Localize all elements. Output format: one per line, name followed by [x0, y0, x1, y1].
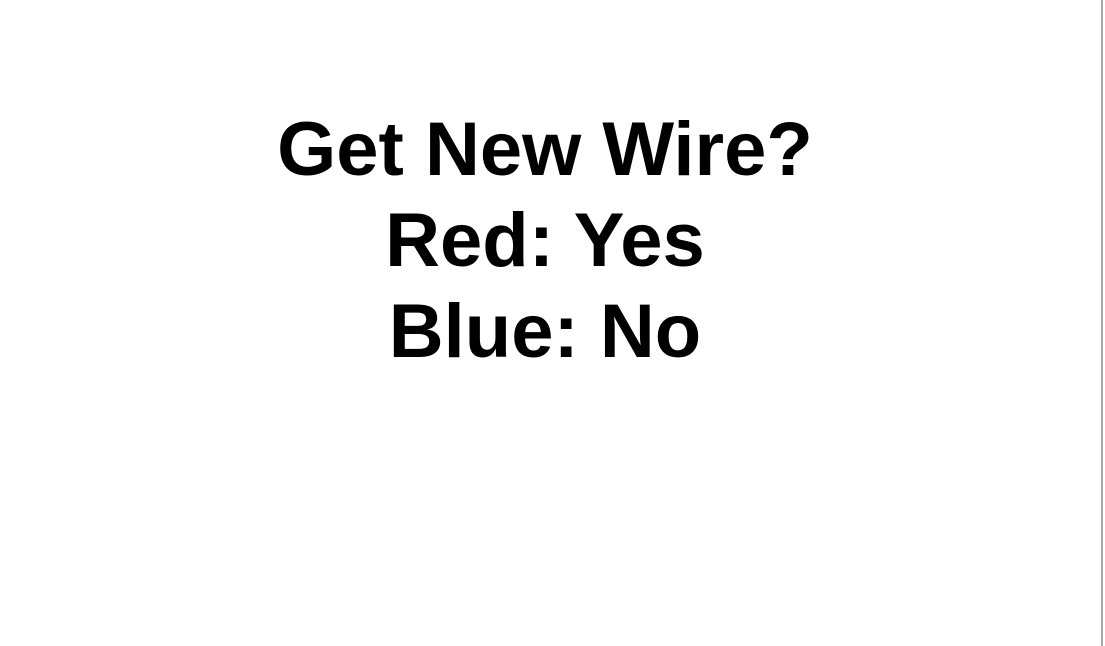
game-prompt-screen: Get New Wire? Red: Yes Blue: No [0, 0, 1101, 646]
wire-prompt: Get New Wire? Red: Yes Blue: No [0, 104, 1090, 377]
red-option-label: Red: Yes [385, 198, 705, 283]
window-edge [1101, 0, 1103, 646]
blue-option-label: Blue: No [388, 289, 702, 374]
prompt-question: Get New Wire? [277, 107, 813, 192]
